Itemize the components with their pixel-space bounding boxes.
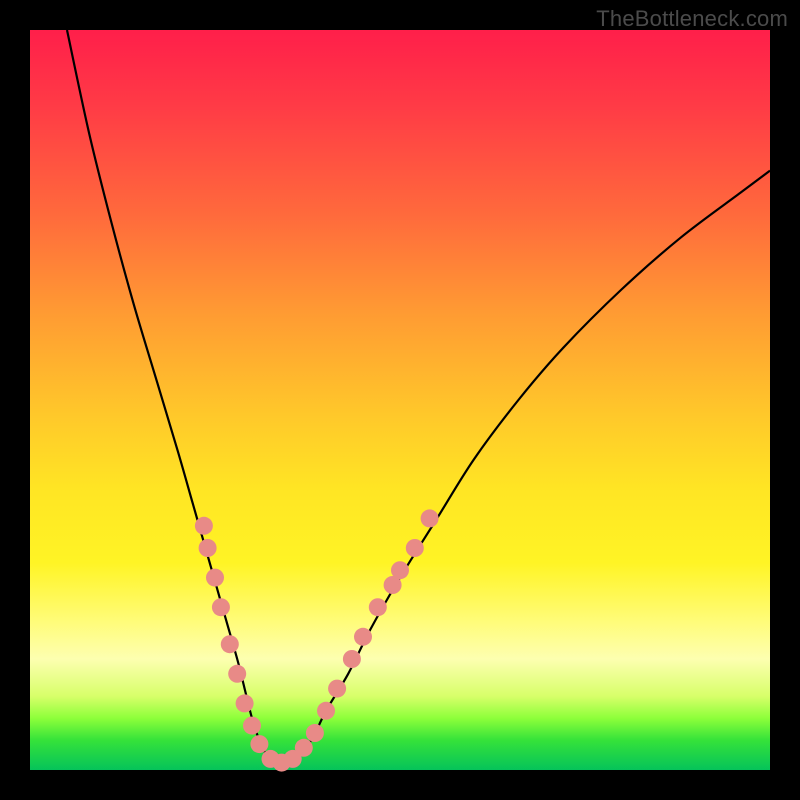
data-marker xyxy=(317,702,335,720)
data-marker xyxy=(295,739,313,757)
data-marker xyxy=(199,539,217,557)
data-marker xyxy=(354,628,372,646)
bottleneck-curve xyxy=(67,30,770,764)
data-marker xyxy=(212,598,230,616)
data-marker xyxy=(236,694,254,712)
data-marker xyxy=(406,539,424,557)
data-marker xyxy=(228,665,246,683)
data-marker xyxy=(206,569,224,587)
data-marker xyxy=(306,724,324,742)
data-marker xyxy=(343,650,361,668)
chart-frame: TheBottleneck.com xyxy=(0,0,800,800)
data-marker xyxy=(421,509,439,527)
marker-group xyxy=(195,509,439,771)
chart-svg xyxy=(30,30,770,770)
data-marker xyxy=(243,717,261,735)
watermark-text: TheBottleneck.com xyxy=(596,6,788,32)
data-marker xyxy=(221,635,239,653)
data-marker xyxy=(328,680,346,698)
data-marker xyxy=(250,735,268,753)
data-marker xyxy=(391,561,409,579)
data-marker xyxy=(369,598,387,616)
data-marker xyxy=(195,517,213,535)
